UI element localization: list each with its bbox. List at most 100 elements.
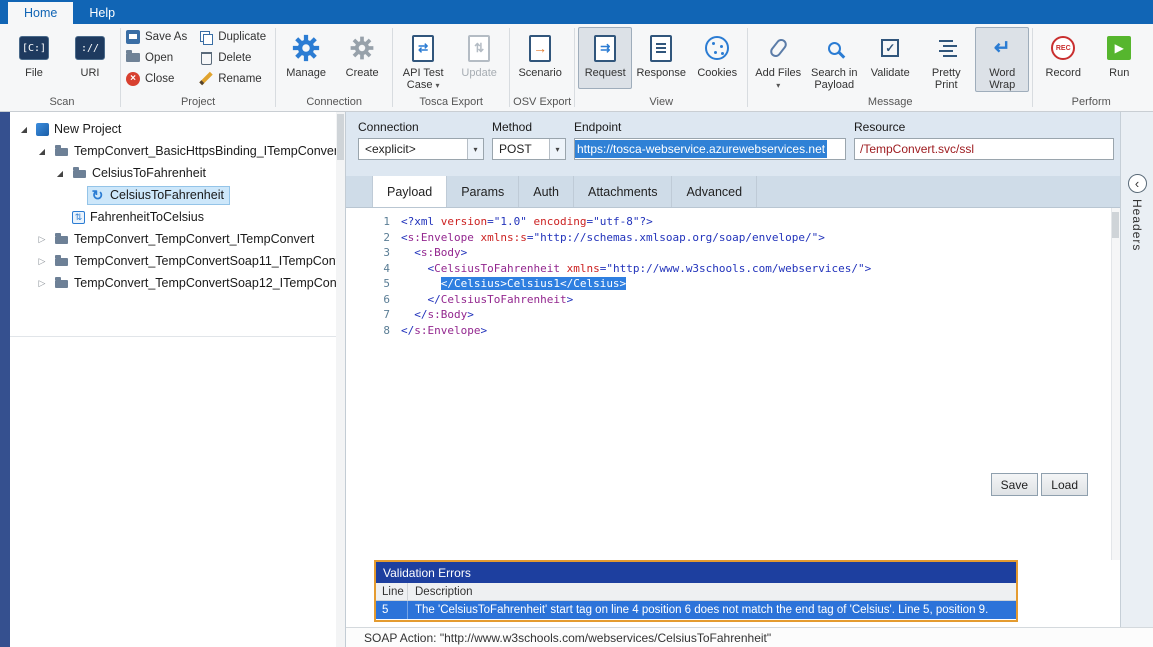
connection-select[interactable]: <explicit> ▾ xyxy=(358,138,484,160)
save-as-button[interactable]: Save As xyxy=(124,27,193,46)
tree-item-content[interactable]: ↻CelsiusToFahrenheit xyxy=(87,186,230,205)
request-view-button[interactable]: ⇉ Request xyxy=(578,27,632,89)
payload-editor[interactable]: 12345678 <?xml version="1.0" encoding="u… xyxy=(346,208,1120,560)
api-test-case-button[interactable]: ⇄ API Test Case ▾ xyxy=(396,27,450,93)
record-label: Record xyxy=(1046,67,1081,79)
tree-item-label: TempConvert_TempConvertSoap12_ITempConve… xyxy=(74,276,346,290)
code-segment: > xyxy=(567,293,574,306)
duplicate-button[interactable]: Duplicate xyxy=(197,27,272,46)
line-number: 3 xyxy=(346,245,390,261)
column-header-description[interactable]: Description xyxy=(408,583,1016,600)
code-line[interactable]: <?xml version="1.0" encoding="utf-8"?> xyxy=(401,214,871,230)
tree-item[interactable]: ▷TempConvert_TempConvert_ITempConvert xyxy=(10,228,345,250)
expander-expanded-icon[interactable]: ◢ xyxy=(54,169,66,178)
load-button[interactable]: Load xyxy=(1041,473,1088,496)
close-button[interactable]: ×Close xyxy=(124,69,193,88)
tree-scrollbar-thumb[interactable] xyxy=(337,114,344,160)
dropdown-arrow-icon[interactable]: ▾ xyxy=(549,139,565,159)
expand-headers-button[interactable]: ‹ xyxy=(1128,174,1147,193)
code-line[interactable]: </s:Envelope> xyxy=(401,323,871,339)
save-button[interactable]: Save xyxy=(991,473,1038,496)
tree-item[interactable]: ◢TempConvert_BasicHttpsBinding_ITempConv… xyxy=(10,140,345,162)
error-line: 5 xyxy=(376,601,408,619)
group-label-perform: Perform xyxy=(1036,94,1146,111)
tab-advanced[interactable]: Advanced xyxy=(672,176,757,207)
tree-item-content[interactable]: TempConvert_TempConvertSoap12_ITempConve… xyxy=(51,274,346,293)
ribbon-group-osv-export: → Scenario OSV Export xyxy=(510,24,574,111)
code-line[interactable]: </s:Body> xyxy=(401,307,871,323)
validate-button[interactable]: ✓ Validate xyxy=(863,27,917,89)
tree-item[interactable]: ◢CelsiusToFahrenheit xyxy=(10,162,345,184)
tree-item[interactable]: ▷TempConvert_TempConvertSoap11_ITempConv… xyxy=(10,250,345,272)
api-scan-window: Home Help [C:] File :// URI Scan xyxy=(0,0,1153,647)
code-segment: ?> xyxy=(639,215,652,228)
editor-scrollbar-thumb[interactable] xyxy=(1112,212,1119,238)
tree-item-content[interactable]: CelsiusToFahrenheit xyxy=(69,164,212,183)
tree-item-content[interactable]: TempConvert_TempConvert_ITempConvert xyxy=(51,230,320,249)
record-button[interactable]: REC Record xyxy=(1036,27,1090,89)
cookies-view-button[interactable]: Cookies xyxy=(690,27,744,89)
response-view-button[interactable]: Response xyxy=(634,27,688,89)
rename-button[interactable]: Rename xyxy=(197,69,272,88)
run-button[interactable]: ▶ Run xyxy=(1092,27,1146,89)
code-line[interactable]: <s:Envelope xmlns:s="http://schemas.xmls… xyxy=(401,230,871,246)
endpoint-input[interactable]: https://tosca-webservice.azurewebservice… xyxy=(574,138,846,160)
expander-expanded-icon[interactable]: ◢ xyxy=(36,147,48,156)
pretty-print-button[interactable]: Pretty Print xyxy=(919,27,973,92)
expander-collapsed-icon[interactable]: ▷ xyxy=(36,234,48,245)
tree-item[interactable]: ⇅FahrenheitToCelsius xyxy=(10,206,345,228)
tree-item-content[interactable]: TempConvert_TempConvertSoap11_ITempConve… xyxy=(51,252,346,271)
expander-expanded-icon[interactable]: ◢ xyxy=(18,125,30,134)
tree-item[interactable]: ▷ TempConvert_TempConvertSoap12_ITempConv… xyxy=(10,272,345,294)
ribbon-group-project: Save As Open ×Close Duplicate Delete Ren… xyxy=(121,24,275,111)
word-wrap-button[interactable]: ↵ Word Wrap xyxy=(975,27,1029,92)
editor-gutter: 12345678 xyxy=(346,214,390,338)
soap-action-text: SOAP Action: "http://www.w3schools.com/w… xyxy=(364,631,771,645)
play-icon: ▶ xyxy=(1107,36,1131,60)
tree-scrollbar[interactable] xyxy=(336,112,345,647)
tab-headers[interactable]: Headers xyxy=(1130,199,1144,251)
resource-input[interactable]: /TempConvert.svc/ssl xyxy=(854,138,1114,160)
delete-button[interactable]: Delete xyxy=(197,48,272,67)
method-label: Method xyxy=(492,120,566,134)
ribbon-group-connection: Manage Create Connection xyxy=(276,24,392,111)
add-files-button[interactable]: Add Files ▾ xyxy=(751,27,805,93)
service-icon: ⇅ xyxy=(72,211,85,224)
scenario-button[interactable]: → Scenario xyxy=(513,27,567,89)
search-in-payload-label: Search in Payload xyxy=(808,67,860,91)
manage-connection-button[interactable]: Manage xyxy=(279,27,333,89)
tab-params[interactable]: Params xyxy=(447,176,519,207)
tree-item[interactable]: ◢New Project xyxy=(10,118,345,140)
tab-home[interactable]: Home xyxy=(8,2,73,24)
dropdown-arrow-icon[interactable]: ▾ xyxy=(467,139,483,159)
code-segment: = xyxy=(487,215,494,228)
open-button[interactable]: Open xyxy=(124,48,193,67)
expander-collapsed-icon[interactable]: ▷ xyxy=(36,256,48,267)
tab-help[interactable]: Help xyxy=(73,2,131,24)
tab-attachments[interactable]: Attachments xyxy=(574,176,672,207)
file-button[interactable]: [C:] File xyxy=(7,27,61,89)
expander-collapsed-icon[interactable]: ▷ xyxy=(36,278,48,289)
code-line[interactable]: <s:Body> xyxy=(401,245,871,261)
tree-item-content[interactable]: ⇅FahrenheitToCelsius xyxy=(69,208,210,226)
code-line[interactable]: <CelsiusToFahrenheit xmlns="http://www.w… xyxy=(401,261,871,277)
uri-button[interactable]: :// URI xyxy=(63,27,117,89)
code-segment: "utf-8" xyxy=(593,215,639,228)
code-line[interactable]: </Celsius>Celsius1</Celsius> xyxy=(401,276,871,292)
method-value: POST xyxy=(499,142,532,156)
method-select[interactable]: POST ▾ xyxy=(492,138,566,160)
tree-item-content[interactable]: TempConvert_BasicHttpsBinding_ITempConve… xyxy=(51,142,346,161)
tab-payload[interactable]: Payload xyxy=(372,176,447,207)
tab-auth[interactable]: Auth xyxy=(519,176,574,207)
validation-error-row[interactable]: 5 The 'CelsiusToFahrenheit' start tag on… xyxy=(376,601,1016,619)
search-in-payload-button[interactable]: Search in Payload xyxy=(807,27,861,92)
create-connection-button[interactable]: Create xyxy=(335,27,389,89)
folder-icon xyxy=(54,276,69,291)
tree-item-content[interactable]: New Project xyxy=(33,120,127,138)
tree-item[interactable]: ↻CelsiusToFahrenheit xyxy=(10,184,345,206)
editor-scrollbar[interactable] xyxy=(1111,208,1120,560)
line-number: 5 xyxy=(346,276,390,292)
project-tree: ◢New Project◢TempConvert_BasicHttpsBindi… xyxy=(10,112,346,647)
code-line[interactable]: </CelsiusToFahrenheit> xyxy=(401,292,871,308)
column-header-line[interactable]: Line xyxy=(376,583,408,600)
